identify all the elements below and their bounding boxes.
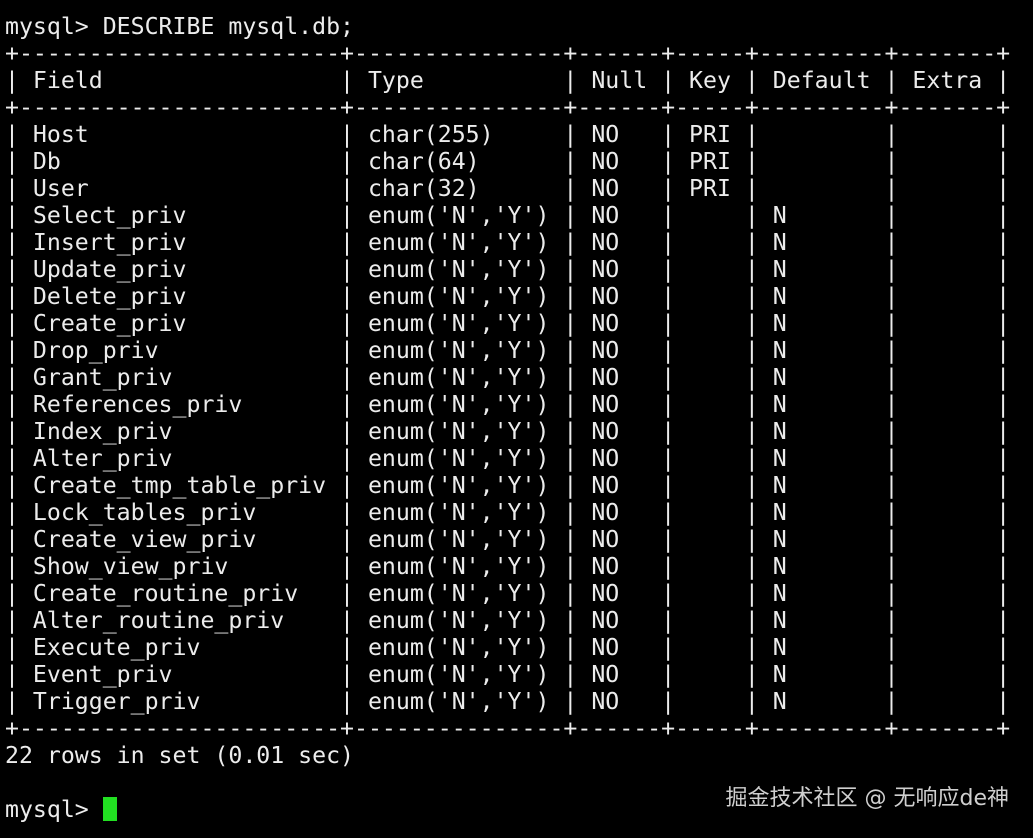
watermark: 掘金技术社区 @ 无响应de神 <box>725 786 1010 811</box>
terminal-window[interactable]: mysql> DESCRIBE mysql.db; +-------------… <box>5 0 1033 823</box>
table-row: | Update_priv | enum('N','Y') | NO | | N… <box>5 256 1011 283</box>
table-header-row: | Field | Type | Null | Key | Default | … <box>5 67 1011 94</box>
table-row: | Execute_priv | enum('N','Y') | NO | | … <box>5 634 1011 661</box>
table-row: | Alter_routine_priv | enum('N','Y') | N… <box>5 607 1011 634</box>
table-border-bottom: +-----------------------+---------------… <box>5 715 1011 742</box>
table-row: | References_priv | enum('N','Y') | NO |… <box>5 391 1011 418</box>
command-line: mysql> DESCRIBE mysql.db; <box>5 13 355 40</box>
table-row: | Select_priv | enum('N','Y') | NO | | N… <box>5 202 1011 229</box>
table-row: | Insert_priv | enum('N','Y') | NO | | N… <box>5 229 1011 256</box>
table-border-header: +-----------------------+---------------… <box>5 94 1011 121</box>
prompt-label: mysql> <box>5 796 103 823</box>
table-row: | Create_tmp_table_priv | enum('N','Y') … <box>5 472 1011 499</box>
table-row: | User | char(32) | NO | PRI | | | <box>5 175 1011 202</box>
table-row: | Create_routine_priv | enum('N','Y') | … <box>5 580 1011 607</box>
table-row: | Grant_priv | enum('N','Y') | NO | | N … <box>5 364 1011 391</box>
text-cursor[interactable] <box>102 797 117 821</box>
table-border-top: +-----------------------+---------------… <box>5 40 1011 67</box>
table-row: | Trigger_priv | enum('N','Y') | NO | | … <box>5 688 1011 715</box>
table-row: | Alter_priv | enum('N','Y') | NO | | N … <box>5 445 1011 472</box>
table-row: | Drop_priv | enum('N','Y') | NO | | N |… <box>5 337 1011 364</box>
result-summary: 22 rows in set (0.01 sec) <box>5 742 355 769</box>
table-row: | Lock_tables_priv | enum('N','Y') | NO … <box>5 499 1011 526</box>
table-row: | Show_view_priv | enum('N','Y') | NO | … <box>5 553 1011 580</box>
previous-output-line <box>5 0 1033 13</box>
table-row: | Index_priv | enum('N','Y') | NO | | N … <box>5 418 1011 445</box>
table-row: | Host | char(255) | NO | PRI | | | <box>5 121 1011 148</box>
table-row: | Delete_priv | enum('N','Y') | NO | | N… <box>5 283 1011 310</box>
table-row: | Db | char(64) | NO | PRI | | | <box>5 148 1011 175</box>
table-row: | Create_view_priv | enum('N','Y') | NO … <box>5 526 1011 553</box>
table-row: | Event_priv | enum('N','Y') | NO | | N … <box>5 661 1011 688</box>
table-row: | Create_priv | enum('N','Y') | NO | | N… <box>5 310 1011 337</box>
